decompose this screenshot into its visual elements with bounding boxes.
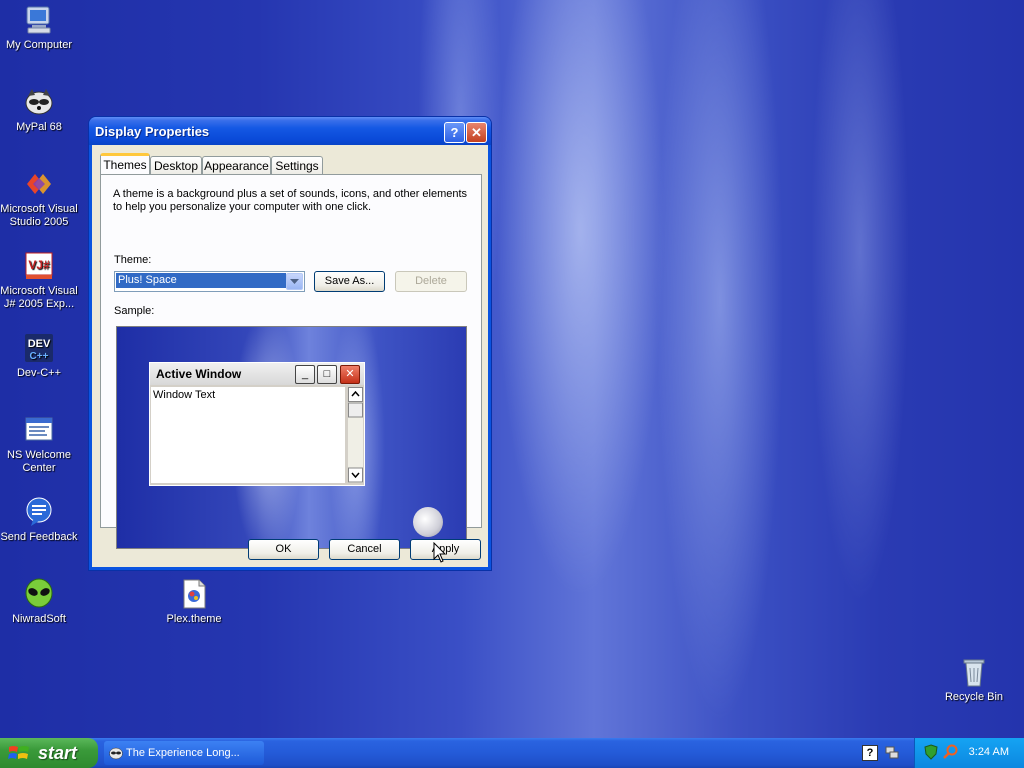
taskbar-item-experience[interactable]: The Experience Long... xyxy=(104,741,264,765)
dialog-titlebar[interactable]: Display Properties ? ✕ xyxy=(89,117,491,145)
raccoon-icon xyxy=(109,747,123,760)
sample-window-title: Active Window xyxy=(156,367,242,381)
ok-button[interactable]: OK xyxy=(248,539,319,560)
moon-icon xyxy=(413,507,443,537)
desktop-icon-ns-welcome[interactable]: NS Welcome Center xyxy=(0,414,81,475)
tab-appearance[interactable]: Appearance xyxy=(202,156,271,175)
desktop-icon-label: NS Welcome Center xyxy=(7,449,71,474)
chevron-down-icon[interactable] xyxy=(286,273,303,290)
desktop-icon-label: Recycle Bin xyxy=(944,691,1004,703)
desktop-icon-send-feedback[interactable]: Send Feedback xyxy=(0,496,81,544)
desktop-icon-label: Microsoft Visual Studio 2005 xyxy=(0,203,78,228)
dialog-client-area: Themes Desktop Appearance Settings A the… xyxy=(92,145,488,567)
raccoon-icon xyxy=(23,86,55,118)
close-button[interactable]: ✕ xyxy=(466,122,487,143)
windows-logo-icon xyxy=(8,746,29,759)
start-label: start xyxy=(38,743,78,763)
mouse-cursor-icon xyxy=(433,541,447,567)
desktop-icon-label: Microsoft Visual J# 2005 Exp... xyxy=(0,285,78,310)
network-tray-icon[interactable] xyxy=(884,744,900,760)
visual-studio-icon xyxy=(23,168,55,200)
theme-file-icon xyxy=(178,578,210,610)
tab-themes[interactable]: Themes xyxy=(100,153,150,175)
sample-label: Sample: xyxy=(114,305,155,317)
help-button[interactable]: ? xyxy=(444,122,465,143)
theme-dropdown[interactable]: Plus! Space xyxy=(114,271,305,292)
desktop-icon-label: NiwradSoft xyxy=(12,613,66,625)
taskbar: start The Experience Long... ? 3:24 AM xyxy=(0,738,1024,768)
recycle-bin-icon xyxy=(958,656,990,688)
delete-button[interactable]: Delete xyxy=(395,271,467,292)
desktop-icon-label: My Computer xyxy=(5,39,73,51)
sample-active-window: Active Window _ □ ✕ Window Text xyxy=(149,362,365,486)
search-icon[interactable] xyxy=(943,744,959,760)
desktop-icon-mypal[interactable]: MyPal 68 xyxy=(0,86,81,134)
close-icon: ✕ xyxy=(340,365,360,384)
help-tray-icon[interactable]: ? xyxy=(862,745,878,761)
desktop-icon-label: Dev-C++ xyxy=(16,367,62,379)
display-properties-dialog: Display Properties ? ✕ Themes Desktop Ap… xyxy=(89,117,491,570)
theme-sample-preview: Active Window _ □ ✕ Window Text xyxy=(116,326,467,549)
cancel-button[interactable]: Cancel xyxy=(329,539,400,560)
desktop-icon-label: Send Feedback xyxy=(0,531,78,543)
security-shield-icon[interactable] xyxy=(923,744,939,760)
svg-text:VJ#: VJ# xyxy=(28,258,50,272)
themes-panel: A theme is a background plus a set of so… xyxy=(100,174,482,549)
theme-label: Theme: xyxy=(114,254,152,266)
desktop-icon-plex-theme[interactable]: Plex.theme xyxy=(152,578,236,626)
dialog-title: Display Properties xyxy=(95,124,210,139)
svg-text:C++: C++ xyxy=(30,351,49,362)
computer-icon xyxy=(23,4,55,36)
desktop-icon-niwradsoft[interactable]: NiwradSoft xyxy=(0,578,81,626)
svg-text:DEV: DEV xyxy=(28,338,51,350)
desktop-icon-my-computer[interactable]: My Computer xyxy=(0,4,81,52)
desktop-icon-visual-studio[interactable]: Microsoft Visual Studio 2005 xyxy=(0,168,81,229)
desktop-icon-vj[interactable]: VJ# Microsoft Visual J# 2005 Exp... xyxy=(0,250,81,311)
desktop-icon-devcpp[interactable]: DEV C++ Dev-C++ xyxy=(0,332,81,380)
desktop-icon-label: MyPal 68 xyxy=(16,121,62,133)
save-as-button[interactable]: Save As... xyxy=(314,271,385,292)
sample-window-titlebar: Active Window _ □ ✕ xyxy=(150,363,364,385)
start-button[interactable]: start xyxy=(0,738,98,768)
system-tray: 3:24 AM xyxy=(914,738,1024,768)
vj-icon: VJ# xyxy=(23,250,55,282)
desktop-icon-label: Plex.theme xyxy=(166,613,222,625)
desktop-icon-recycle-bin[interactable]: Recycle Bin xyxy=(932,656,1016,704)
sample-window-text: Window Text xyxy=(151,387,345,483)
feedback-icon xyxy=(23,496,55,528)
theme-description: A theme is a background plus a set of so… xyxy=(113,188,468,213)
theme-selected-value: Plus! Space xyxy=(116,273,286,288)
welcome-center-icon xyxy=(23,414,55,446)
clock: 3:24 AM xyxy=(968,746,1009,758)
tab-settings[interactable]: Settings xyxy=(271,156,323,175)
alien-icon xyxy=(23,578,55,610)
minimize-icon: _ xyxy=(295,365,315,384)
tab-desktop[interactable]: Desktop xyxy=(150,156,202,175)
sample-scrollbar xyxy=(348,387,363,483)
maximize-icon: □ xyxy=(317,365,337,384)
taskbar-item-label: The Experience Long... xyxy=(126,747,240,759)
devcpp-icon: DEV C++ xyxy=(23,332,55,364)
